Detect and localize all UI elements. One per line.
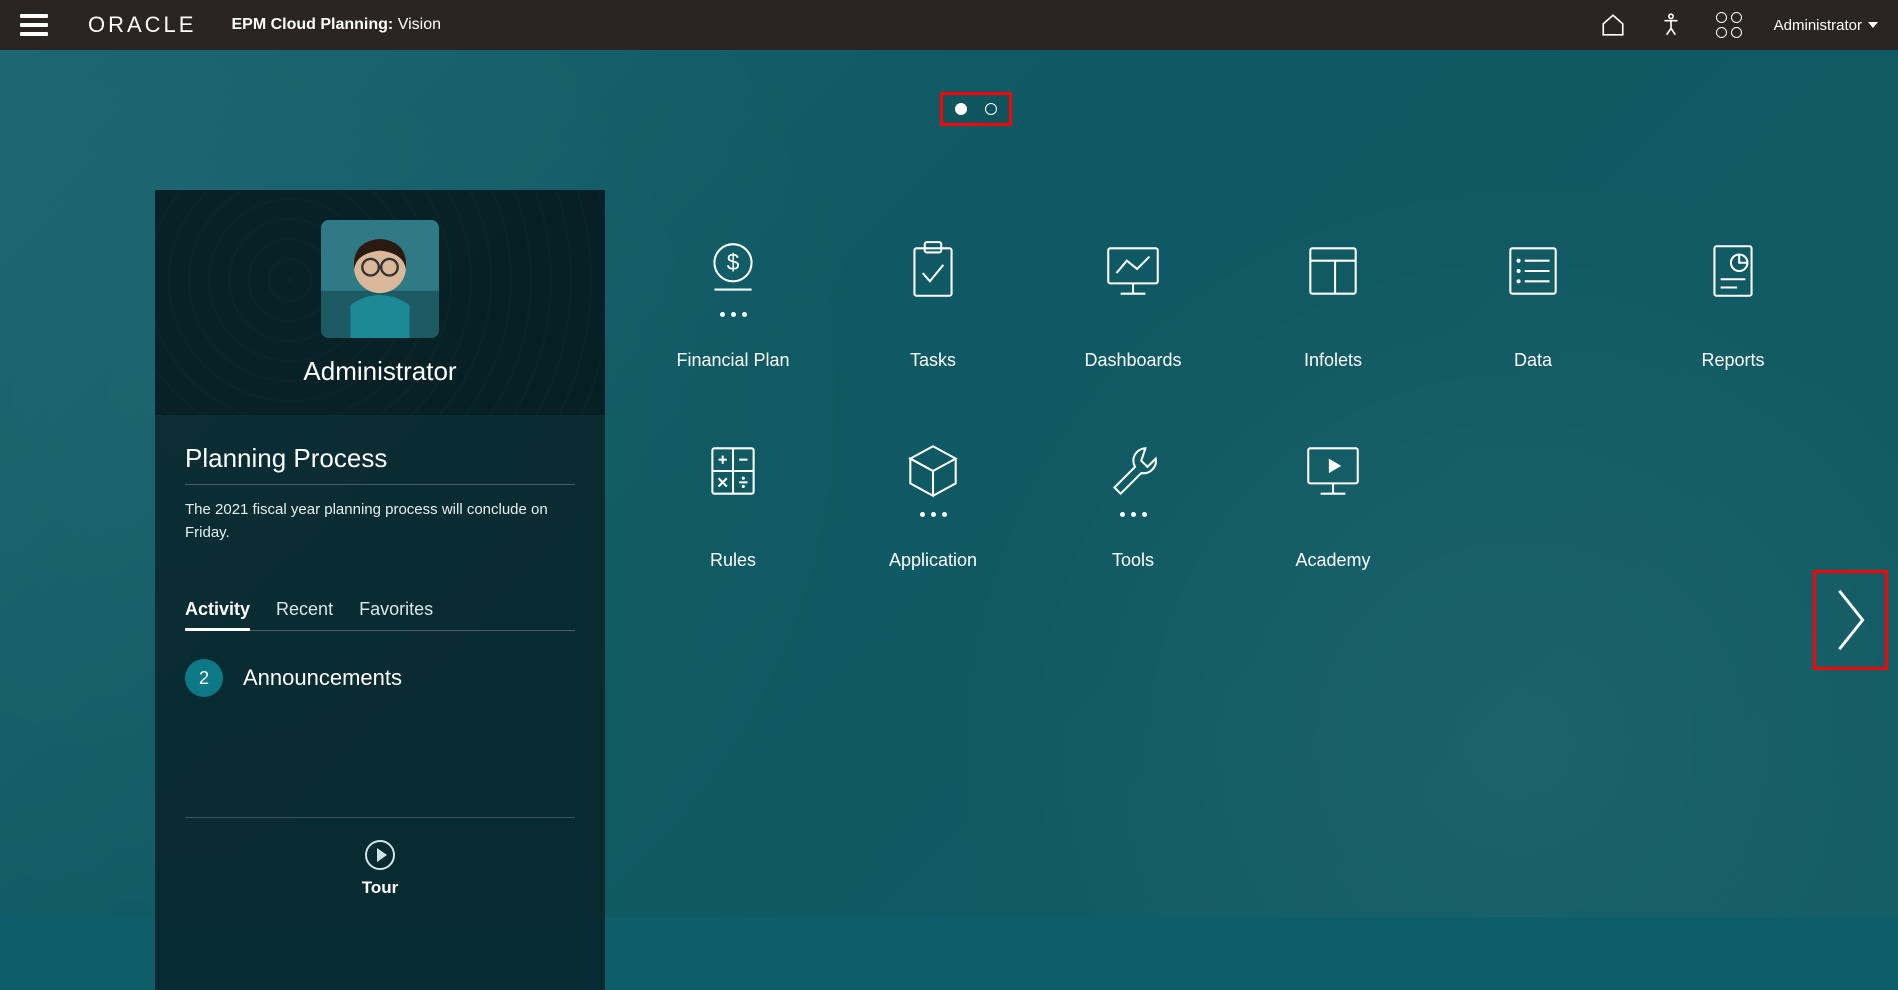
oracle-logo: ORACLE — [88, 12, 196, 38]
cluster-application[interactable]: Application — [833, 423, 1033, 623]
panel-tabs: Activity Recent Favorites — [185, 599, 575, 631]
cluster-reports[interactable]: Reports — [1633, 223, 1833, 423]
cluster-grid: $ Financial Plan Tasks Dashboards Infole… — [633, 223, 1833, 623]
global-header: ORACLE EPM Cloud Planning: Vision Admini… — [0, 0, 1898, 50]
cluster-label: Application — [889, 550, 977, 571]
cluster-label: Financial Plan — [676, 350, 789, 371]
panel-section-title: Planning Process — [185, 443, 575, 474]
app-switcher-icon[interactable] — [1716, 12, 1742, 38]
home-icon[interactable] — [1600, 12, 1626, 38]
hamburger-menu-icon[interactable] — [20, 14, 48, 36]
cluster-label: Tools — [1112, 550, 1154, 571]
cluster-tools[interactable]: Tools — [1033, 423, 1233, 623]
cluster-dots — [720, 312, 747, 320]
announcements-panel: Administrator Planning Process The 2021 … — [155, 190, 605, 990]
tab-activity[interactable]: Activity — [185, 599, 250, 620]
monitor-play-icon — [1300, 438, 1366, 504]
panel-username: Administrator — [155, 356, 605, 387]
carousel-dot-1[interactable] — [955, 103, 967, 115]
app-title-product: EPM Cloud Planning: — [231, 16, 393, 33]
header-right: Administrator — [1600, 12, 1878, 38]
panel-user-section: Administrator — [155, 190, 605, 415]
caret-down-icon — [1868, 22, 1878, 28]
avatar — [321, 220, 439, 338]
cluster-tasks[interactable]: Tasks — [833, 223, 1033, 423]
carousel-dot-2[interactable] — [985, 103, 997, 115]
cube-icon — [900, 438, 966, 504]
panel-body: Planning Process The 2021 fiscal year pl… — [155, 415, 605, 898]
cluster-data[interactable]: Data — [1433, 223, 1633, 423]
announcements-count-badge: 2 — [185, 659, 223, 697]
calculator-icon — [700, 438, 766, 504]
app-title-instance: Vision — [393, 16, 441, 33]
cluster-academy[interactable]: Academy — [1233, 423, 1433, 623]
cluster-label: Data — [1514, 350, 1552, 371]
monitor-chart-icon — [1100, 238, 1166, 304]
wrench-icon — [1100, 438, 1166, 504]
svg-text:$: $ — [727, 249, 740, 275]
play-icon[interactable] — [365, 840, 395, 870]
tour-section: Tour — [185, 817, 575, 898]
cluster-label: Infolets — [1304, 350, 1362, 371]
cluster-label: Tasks — [910, 350, 956, 371]
divider — [185, 484, 575, 485]
app-title: EPM Cloud Planning: Vision — [231, 16, 441, 34]
user-menu-label: Administrator — [1774, 17, 1862, 34]
cluster-label: Dashboards — [1084, 350, 1181, 371]
cluster-dots — [1120, 512, 1147, 520]
panel-section-text: The 2021 fiscal year planning process wi… — [185, 499, 575, 544]
announcements-label: Announcements — [243, 665, 402, 691]
cluster-dashboards[interactable]: Dashboards — [1033, 223, 1233, 423]
cluster-rules[interactable]: Rules — [633, 423, 833, 623]
cluster-dots — [920, 512, 947, 520]
user-menu[interactable]: Administrator — [1774, 17, 1878, 34]
list-lines-icon — [1500, 238, 1566, 304]
cluster-infolets[interactable]: Infolets — [1233, 223, 1433, 423]
cluster-label: Rules — [710, 550, 756, 571]
activity-announcements-row[interactable]: 2 Announcements — [185, 659, 575, 697]
tour-label[interactable]: Tour — [185, 878, 575, 898]
main-area: Administrator Planning Process The 2021 … — [0, 50, 1898, 917]
document-pie-icon — [1700, 238, 1766, 304]
layout-panels-icon — [1300, 238, 1366, 304]
chevron-right-icon — [1831, 585, 1871, 655]
tab-recent[interactable]: Recent — [276, 599, 333, 620]
carousel-dots-highlight — [940, 92, 1012, 126]
tab-favorites[interactable]: Favorites — [359, 599, 433, 620]
cluster-label: Academy — [1295, 550, 1370, 571]
cluster-label: Reports — [1701, 350, 1764, 371]
dollar-coin-icon: $ — [700, 238, 766, 304]
clipboard-check-icon — [900, 238, 966, 304]
cluster-financial-plan[interactable]: $ Financial Plan — [633, 223, 833, 423]
accessibility-icon[interactable] — [1658, 12, 1684, 38]
